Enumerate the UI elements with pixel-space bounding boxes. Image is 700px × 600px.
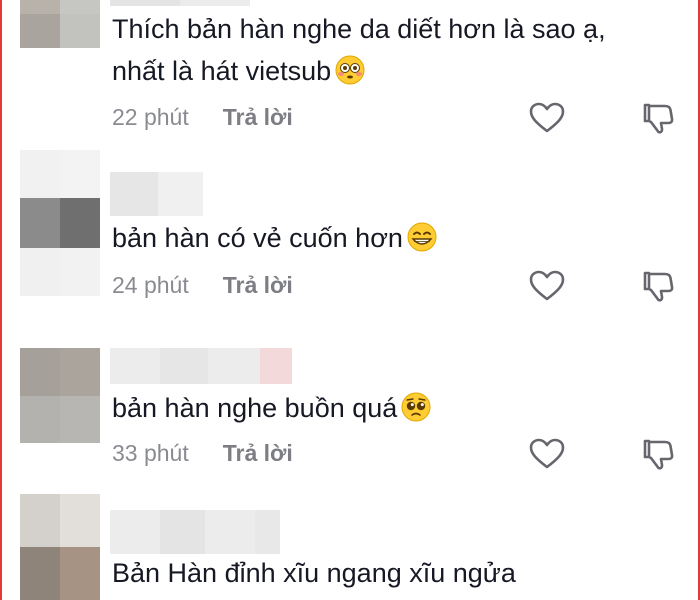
timestamp: 33 phút <box>112 440 189 466</box>
comment-text: bản hàn nghe buồn quá <box>112 387 431 429</box>
thumbs-down-outline-icon <box>643 271 674 302</box>
like-button[interactable] <box>527 434 567 474</box>
username-blurred[interactable] <box>110 510 280 554</box>
username-blurred[interactable] <box>110 0 250 6</box>
avatar[interactable] <box>20 0 100 48</box>
heart-outline-icon <box>529 270 565 301</box>
avatar[interactable] <box>20 348 100 443</box>
pleading-face-icon <box>401 392 431 422</box>
avatar[interactable] <box>20 150 100 296</box>
like-button[interactable] <box>527 98 567 138</box>
dislike-button[interactable] <box>638 98 678 138</box>
username-blurred[interactable] <box>110 172 203 216</box>
heart-outline-icon <box>529 102 565 133</box>
avatar[interactable] <box>20 494 100 600</box>
comment-text: Bản Hàn đỉnh xĩu ngang xĩu ngửa <box>112 558 516 588</box>
timestamp: 24 phút <box>112 272 189 298</box>
comments-panel: Thích bản hàn nghe da diết hơn là sao ạ,… <box>0 0 700 600</box>
timestamp: 22 phút <box>112 104 189 130</box>
reply-button[interactable]: Trả lời <box>223 440 293 467</box>
dislike-button[interactable] <box>638 434 678 474</box>
heart-outline-icon <box>529 438 565 469</box>
grinning-face-icon <box>407 222 437 252</box>
comment-meta: 24 phút Trả lời <box>112 272 293 299</box>
username-blurred[interactable] <box>110 348 292 384</box>
thumbs-down-outline-icon <box>643 439 674 470</box>
dislike-button[interactable] <box>638 266 678 306</box>
thumbs-down-outline-icon <box>643 103 674 134</box>
reply-button[interactable]: Trả lời <box>223 272 293 299</box>
comment-meta: 33 phút Trả lời <box>112 440 293 467</box>
reply-button[interactable]: Trả lời <box>223 104 293 131</box>
comment-text: Thích bản hàn nghe da diết hơn là sao ạ,… <box>112 14 606 86</box>
like-button[interactable] <box>527 266 567 306</box>
comment-text: bản hàn có vẻ cuốn hơn <box>112 217 437 259</box>
flushed-face-icon <box>335 55 365 85</box>
comment-meta: 22 phút Trả lời <box>112 104 293 131</box>
